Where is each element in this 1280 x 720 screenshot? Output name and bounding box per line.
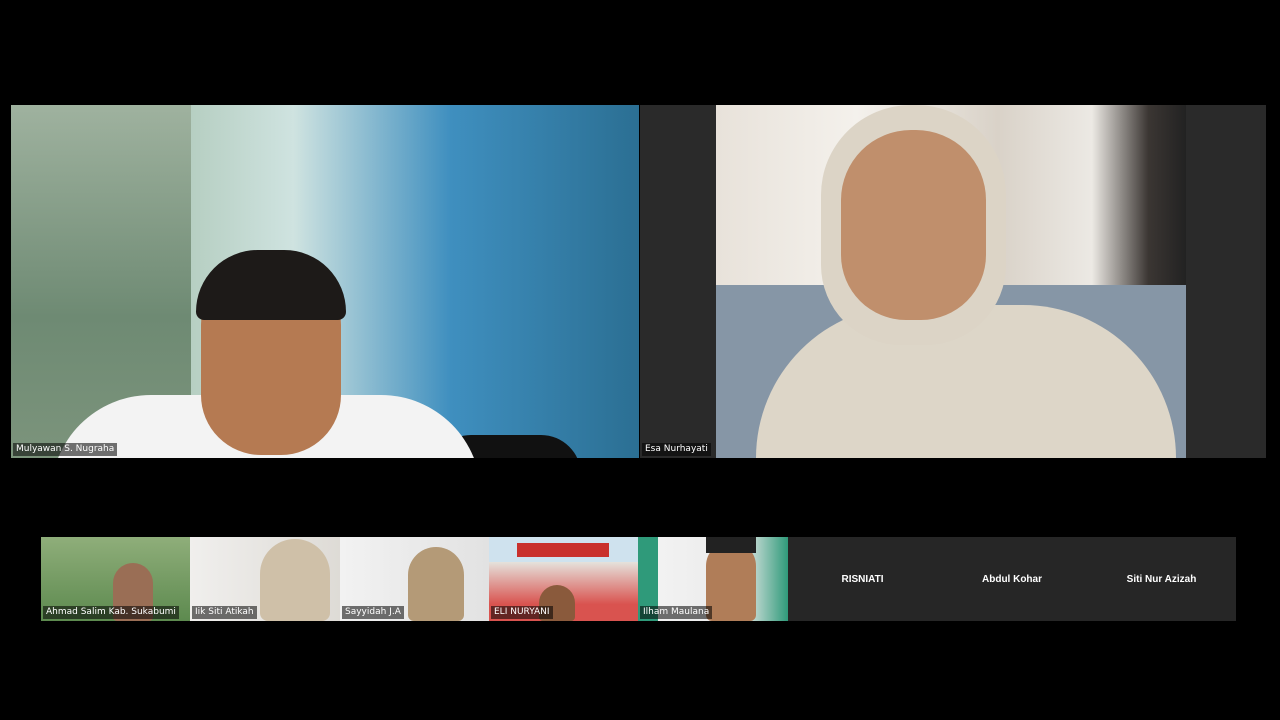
participant-name: Abdul Kohar — [982, 573, 1042, 585]
gallery-tile-risniati[interactable]: RISNIATI — [788, 537, 937, 621]
participant-name-label: Ahmad Salim Kab. Sukabumi — [43, 606, 179, 619]
participant-name-label: Esa Nurhayati — [642, 443, 711, 456]
participant-name-label: Sayyidah J.A — [342, 606, 404, 619]
participant-figure — [260, 539, 330, 621]
video-tile-mulyawan[interactable]: Mulyawan S. Nugraha — [11, 105, 639, 458]
gallery-tile-ahmad[interactable]: Ahmad Salim Kab. Sukabumi — [41, 537, 190, 621]
gallery-tile-eli[interactable]: ELI NURYANI — [489, 537, 638, 621]
participant-name-label: Ilham Maulana — [640, 606, 713, 619]
participant-cap — [706, 537, 756, 553]
participant-name: RISNIATI — [841, 573, 884, 585]
gallery-tile-ilham[interactable]: Ilham Maulana — [638, 537, 788, 621]
gallery-tile-siti[interactable]: Siti Nur Azizah — [1087, 537, 1236, 621]
video-tile-esa[interactable]: Esa Nurhayati — [640, 105, 1266, 458]
gallery-tile-sayyidah[interactable]: Sayyidah J.A — [340, 537, 489, 621]
school-sign — [517, 543, 609, 557]
participant-name: Siti Nur Azizah — [1126, 573, 1197, 585]
participant-name-label: Iik Siti Atikah — [192, 606, 257, 619]
participant-name-label: Mulyawan S. Nugraha — [13, 443, 118, 456]
gallery-tile-iik[interactable]: Iik Siti Atikah — [190, 537, 340, 621]
participant-face — [841, 130, 986, 320]
gallery-tile-abdul[interactable]: Abdul Kohar — [937, 537, 1087, 621]
participant-hair — [196, 250, 346, 320]
participant-figure — [408, 547, 464, 621]
participant-name-label: ELI NURYANI — [491, 606, 553, 619]
participant-figure — [706, 541, 756, 621]
video-frame — [716, 105, 1186, 458]
